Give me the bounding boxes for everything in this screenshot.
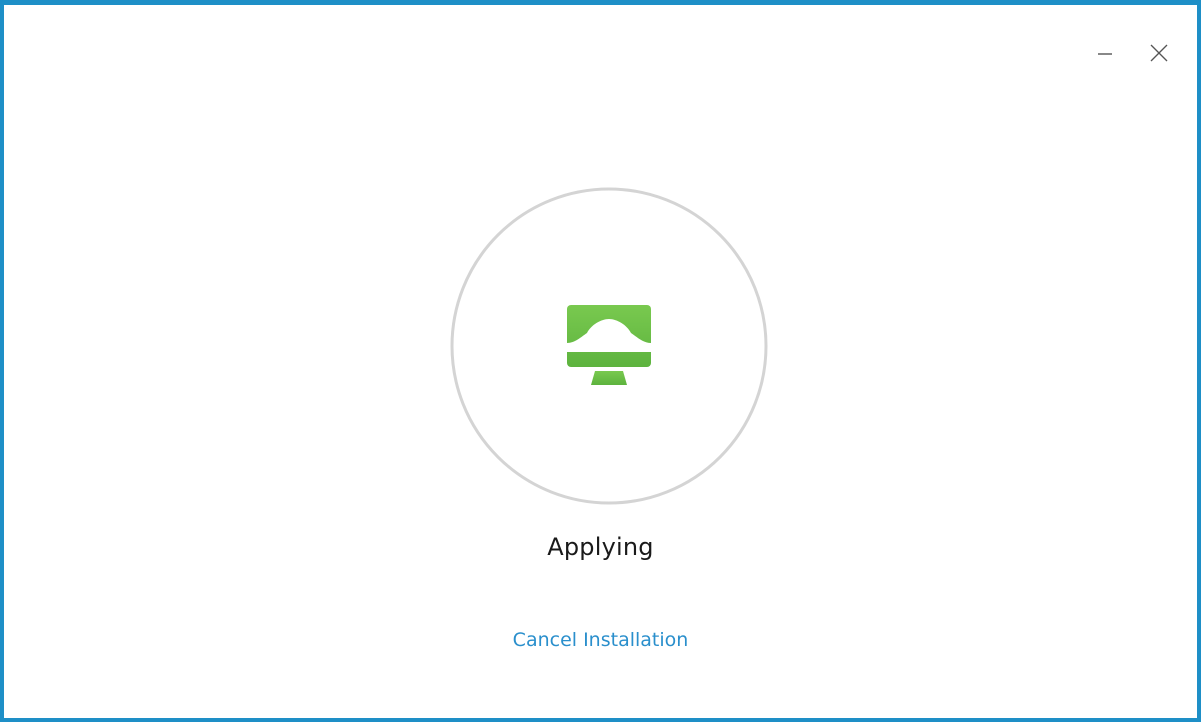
close-icon	[1150, 44, 1168, 62]
installer-window: Applying Cancel Installation	[0, 0, 1201, 722]
minimize-icon	[1098, 53, 1112, 55]
status-text: Applying	[547, 533, 654, 561]
minimize-button[interactable]	[1087, 35, 1123, 71]
close-button[interactable]	[1141, 35, 1177, 71]
window-controls	[1087, 35, 1177, 71]
monitor-cloud-icon	[567, 305, 651, 385]
cancel-installation-label[interactable]: Cancel Installation	[513, 629, 689, 651]
cancel-installation-link[interactable]: Cancel Installation	[4, 629, 1197, 651]
